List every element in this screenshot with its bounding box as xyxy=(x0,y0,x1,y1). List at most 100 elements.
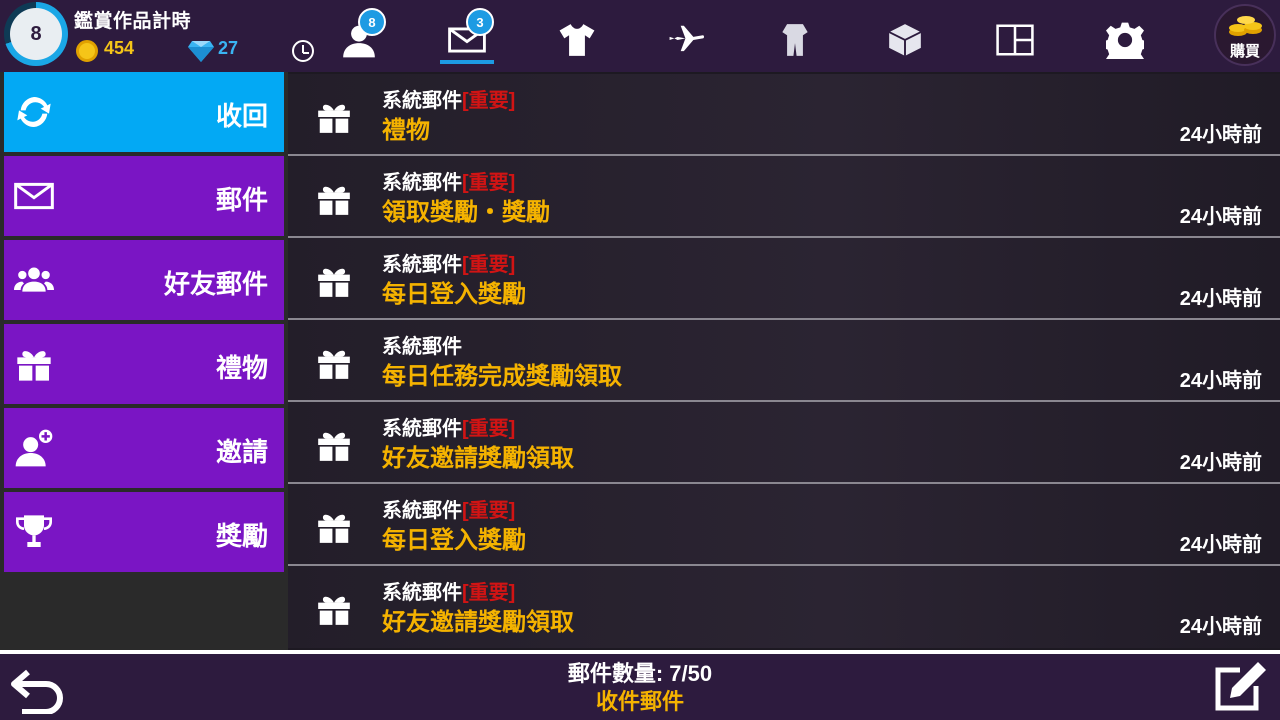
mail-row[interactable]: 系統郵件 每日任務完成獎勵領取 24小時前 xyxy=(288,320,1280,402)
mail-sender: 系統郵件 xyxy=(382,330,462,359)
mail-subject: 好友邀請獎勵領取 xyxy=(382,445,574,472)
buy-gold-button[interactable]: 購買 xyxy=(1214,4,1276,66)
mail-time: 24小時前 xyxy=(1179,616,1262,638)
wardrobe-nav-button[interactable] xyxy=(554,18,600,62)
sender-name: 系統郵件 xyxy=(382,172,462,194)
gem-balance: 27 xyxy=(218,38,239,58)
menu-label-invite: 邀請 xyxy=(215,437,268,467)
coin-icon xyxy=(76,40,98,62)
mail-row[interactable]: 系統郵件[重要] 好友邀請獎勵領取 24小時前 xyxy=(288,402,1280,484)
mail-row[interactable]: 系統郵件[重要] 好友邀請獎勵領取 24小時前 xyxy=(288,566,1280,648)
menu-item-mail[interactable]: 郵件 xyxy=(4,156,284,236)
menu-item-rewards[interactable]: 獎勵 xyxy=(4,492,284,572)
mail-row[interactable]: 系統郵件[重要] 每日登入獎勵 24小時前 xyxy=(288,238,1280,320)
gear-icon xyxy=(1106,22,1144,59)
gift-icon xyxy=(314,508,354,546)
add-friend-icon xyxy=(14,428,54,468)
diamond-icon xyxy=(188,41,214,62)
important-tag: [重要] xyxy=(462,172,516,194)
envelope-icon xyxy=(14,176,54,216)
mail-time: 24小時前 xyxy=(1179,370,1262,392)
settings-nav-button[interactable] xyxy=(1102,18,1148,62)
gift-icon xyxy=(314,180,354,218)
group-icon xyxy=(14,260,54,300)
outfit-icon xyxy=(782,24,808,56)
menu-label-refresh: 收回 xyxy=(215,101,268,131)
gift-icon xyxy=(314,590,354,628)
mail-sender: 系統郵件[重要] xyxy=(382,84,515,113)
mail-sender: 系統郵件[重要] xyxy=(382,166,515,195)
sender-name: 系統郵件 xyxy=(382,336,462,358)
mail-badge: 3 xyxy=(466,8,494,36)
menu-item-invite[interactable]: 邀請 xyxy=(4,408,284,488)
top-bar: 8 鑑賞作品計時 454 27 8 3 購買 xyxy=(0,0,1280,72)
box-icon xyxy=(888,24,922,56)
menu-label-gifts: 禮物 xyxy=(215,353,268,383)
mail-sender: 系統郵件[重要] xyxy=(382,494,515,523)
compose-button[interactable] xyxy=(1210,660,1270,714)
sender-name: 系統郵件 xyxy=(382,90,462,112)
mail-list: 系統郵件[重要] 禮物 24小時前 系統郵件[重要] 領取獎勵・獎勵 24小時前… xyxy=(288,72,1280,650)
refresh-icon xyxy=(14,92,54,132)
trophy-icon xyxy=(14,512,54,552)
inventory-nav-button[interactable] xyxy=(882,18,928,62)
left-menu: 收回 郵件 好友郵件 禮物 邀請 獎勵 xyxy=(0,72,288,650)
sender-name: 系統郵件 xyxy=(382,582,462,604)
menu-label-mail: 郵件 xyxy=(215,185,268,215)
mail-time: 24小時前 xyxy=(1179,534,1262,556)
compose-icon xyxy=(1215,662,1266,711)
sender-name: 系統郵件 xyxy=(382,418,462,440)
important-tag: [重要] xyxy=(462,254,516,276)
menu-item-gifts[interactable]: 禮物 xyxy=(4,324,284,404)
menu-label-friend-mail: 好友郵件 xyxy=(163,269,268,299)
mail-row[interactable]: 系統郵件[重要] 禮物 24小時前 xyxy=(288,74,1280,156)
gift-icon xyxy=(314,262,354,300)
gift-icon xyxy=(314,344,354,382)
important-tag: [重要] xyxy=(462,418,516,440)
coin-balance: 454 xyxy=(104,38,135,58)
menu-item-refresh[interactable]: 收回 xyxy=(4,72,284,152)
mail-time: 24小時前 xyxy=(1179,124,1262,146)
airplane-icon xyxy=(669,25,705,52)
important-tag: [重要] xyxy=(462,582,516,604)
layout-nav-button[interactable] xyxy=(992,18,1038,62)
gold-coins-icon xyxy=(1229,16,1262,36)
important-tag: [重要] xyxy=(462,90,516,112)
sender-name: 系統郵件 xyxy=(382,500,462,522)
travel-nav-button[interactable] xyxy=(664,18,710,62)
gift-icon xyxy=(314,426,354,464)
mail-subject: 每日登入獎勵 xyxy=(382,281,526,308)
mail-row[interactable]: 系統郵件[重要] 每日登入獎勵 24小時前 xyxy=(288,484,1280,566)
shirt-icon xyxy=(559,24,595,56)
mail-sender: 系統郵件[重要] xyxy=(382,576,515,605)
mail-time: 24小時前 xyxy=(1179,206,1262,228)
mail-time: 24小時前 xyxy=(1179,288,1262,310)
gift-icon xyxy=(314,98,354,136)
friends-badge: 8 xyxy=(358,8,386,36)
mail-time: 24小時前 xyxy=(1179,452,1262,474)
important-tag: [重要] xyxy=(462,500,516,522)
sender-name: 系統郵件 xyxy=(382,254,462,276)
mail-subject: 好友邀請獎勵領取 xyxy=(382,609,574,636)
bottom-bar: 郵件數量: 7/50 收件郵件 xyxy=(0,650,1280,720)
gift-icon xyxy=(14,344,54,384)
menu-item-friend-mail[interactable]: 好友郵件 xyxy=(4,240,284,320)
clock-icon[interactable] xyxy=(292,40,314,62)
active-tab-indicator xyxy=(440,60,494,64)
mail-subject: 領取獎勵・獎勵 xyxy=(382,199,550,226)
outfits-nav-button[interactable] xyxy=(772,18,818,62)
mail-sender: 系統郵件[重要] xyxy=(382,412,515,441)
menu-label-rewards: 獎勵 xyxy=(215,521,268,551)
friends-nav-button[interactable]: 8 xyxy=(336,8,386,62)
player-level-ring[interactable]: 8 xyxy=(4,2,68,66)
layout-icon xyxy=(996,24,1034,56)
player-name: 鑑賞作品計時 xyxy=(74,11,192,32)
player-level: 8 xyxy=(10,8,62,60)
mail-status: 收件郵件 xyxy=(595,689,684,714)
buy-gold-label: 購買 xyxy=(1229,43,1260,60)
mail-subject: 每日任務完成獎勵領取 xyxy=(382,363,622,390)
mail-subject: 禮物 xyxy=(382,117,430,144)
mail-row[interactable]: 系統郵件[重要] 領取獎勵・獎勵 24小時前 xyxy=(288,156,1280,238)
mail-sender: 系統郵件[重要] xyxy=(382,248,515,277)
mail-nav-button[interactable]: 3 xyxy=(444,8,494,62)
